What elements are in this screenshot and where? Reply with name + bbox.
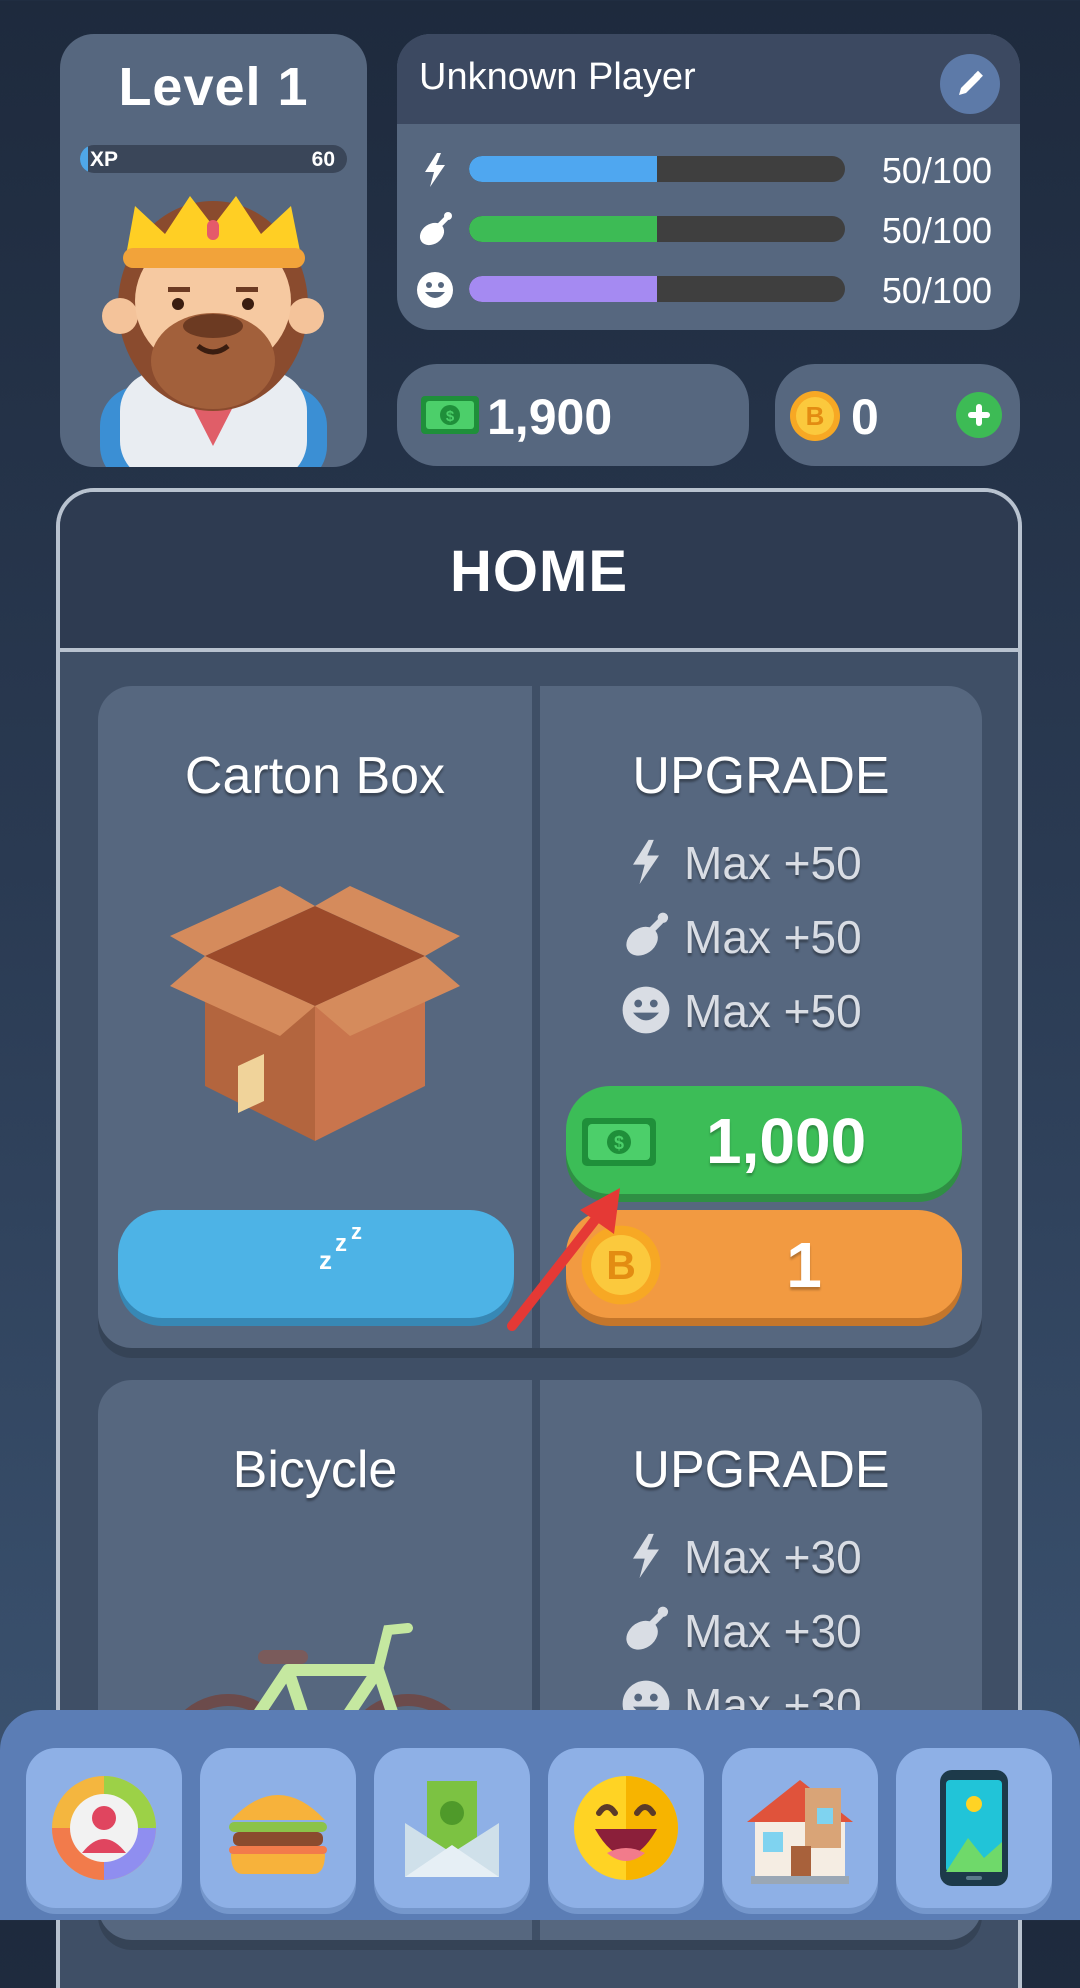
food-bar-fill (469, 216, 657, 242)
happiness-bonus-text: Max +50 (684, 985, 862, 1037)
svg-text:z: z (335, 1230, 347, 1257)
money-envelope-icon (405, 1781, 499, 1877)
sleep-moon-icon: z z z (282, 1219, 362, 1294)
smiley-icon (574, 1776, 678, 1880)
item-card-carton-box: Carton Box z z z UPGRADE Max +50 Max +50 (98, 686, 982, 1348)
happiness-stat: 50/100 (397, 264, 1020, 314)
nav-jobs-button[interactable] (374, 1748, 530, 1908)
food-icon (626, 1606, 669, 1650)
level-title: Level 1 (118, 57, 309, 117)
happiness-icon (417, 272, 453, 308)
food-bar (469, 216, 845, 242)
king-avatar (100, 196, 327, 467)
nav-phone-button[interactable] (896, 1748, 1052, 1908)
cash-price: 1,000 (706, 1105, 867, 1177)
home-header: HOME (60, 492, 1018, 652)
player-card: Unknown Player 50/100 50/100 50/100 (397, 34, 1020, 330)
food-value: 50/100 (881, 210, 992, 251)
xp-bar-fill (80, 145, 88, 173)
bottom-nav (0, 1710, 1080, 1920)
add-coins-button[interactable] (956, 392, 1002, 438)
nav-home-button[interactable] (722, 1748, 878, 1908)
player-header: Unknown Player (397, 34, 1020, 124)
svg-text:$: $ (614, 1133, 624, 1153)
food-stat: 50/100 (397, 204, 1020, 254)
happiness-bar (469, 276, 845, 302)
pencil-icon (959, 70, 983, 95)
home-title: HOME (450, 539, 628, 604)
coin-value: 0 (851, 389, 879, 445)
energy-bonus-text: Max +50 (684, 837, 862, 889)
nav-fun-button[interactable] (548, 1748, 704, 1908)
energy-icon (633, 839, 659, 885)
profile-wheel-icon (52, 1776, 156, 1880)
svg-text:z: z (351, 1219, 362, 1244)
energy-icon (633, 1533, 659, 1579)
food-bonus-text: Max +50 (684, 911, 862, 963)
food-icon (626, 912, 669, 956)
sleep-button[interactable]: z z z (118, 1210, 514, 1318)
food-bonus-text: Max +30 (684, 1605, 862, 1657)
xp-value: 60 (311, 148, 335, 171)
energy-bonus-text: Max +30 (684, 1531, 862, 1583)
bitcoin-icon: B (790, 391, 840, 441)
item-name: Carton Box (184, 747, 446, 805)
cash-balance: $ 1,900 (397, 364, 749, 466)
coin-balance: B 0 (775, 364, 1020, 466)
svg-text:$: $ (446, 408, 455, 425)
item-name: Bicycle (232, 1441, 398, 1499)
xp-label: XP (90, 148, 119, 171)
cash-value: 1,900 (487, 389, 613, 445)
happiness-bar-fill (469, 276, 657, 302)
upgrade-title: UPGRADE (632, 747, 890, 805)
svg-text:B: B (806, 401, 825, 431)
nav-food-button[interactable] (200, 1748, 356, 1908)
happiness-value: 50/100 (881, 270, 992, 311)
cash-icon: $ (421, 396, 479, 434)
burger-icon (229, 1795, 327, 1874)
energy-value: 50/100 (881, 150, 992, 191)
nav-profile-button[interactable] (26, 1748, 182, 1908)
carton-box-icon (170, 886, 460, 1141)
upgrade-title: UPGRADE (632, 1441, 890, 1499)
svg-text:z: z (319, 1245, 332, 1275)
energy-icon (425, 153, 445, 187)
level-card[interactable]: Level 1 XP 60 (60, 34, 367, 467)
energy-stat: 50/100 (397, 144, 1020, 194)
energy-bar (469, 156, 845, 182)
edit-name-button[interactable] (940, 54, 1000, 114)
food-icon (419, 212, 452, 246)
player-name: Unknown Player (419, 56, 696, 98)
happiness-icon (622, 986, 670, 1034)
xp-bar: XP 60 (80, 145, 347, 173)
house-icon (747, 1780, 853, 1884)
tutorial-arrow-icon (507, 1188, 620, 1331)
smartphone-icon (940, 1770, 1008, 1886)
plus-icon (968, 404, 990, 426)
energy-bar-fill (469, 156, 657, 182)
cash-icon: $ (582, 1118, 656, 1166)
